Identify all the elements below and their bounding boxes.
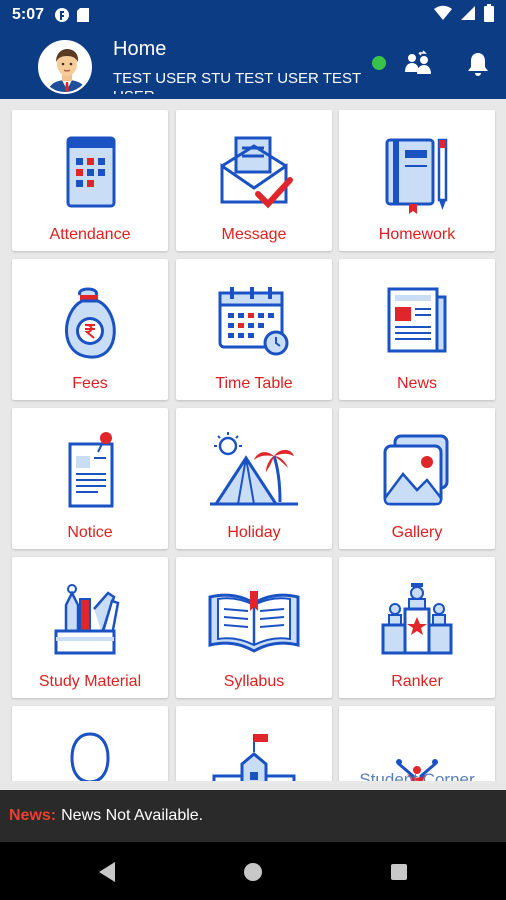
- syllabus-open-book-icon: [208, 591, 300, 653]
- wifi-icon: [434, 5, 452, 26]
- gallery-picture-icon: [383, 434, 449, 506]
- tile-gallery[interactable]: Gallery: [339, 408, 495, 549]
- tile-ranker[interactable]: Ranker: [339, 557, 495, 698]
- tile-message[interactable]: Message: [176, 110, 332, 251]
- notification-bell-icon[interactable]: [462, 48, 494, 80]
- app-header: Home TEST USER STU TEST USER TEST USER: [0, 30, 506, 99]
- tile-label: Message: [221, 226, 287, 243]
- sd-card-icon: [76, 7, 90, 23]
- tile-homework[interactable]: Homework: [339, 110, 495, 251]
- tile-label: Attendance: [49, 226, 131, 243]
- cellular-signal-icon: [460, 5, 476, 26]
- recents-icon[interactable]: [387, 860, 411, 884]
- school-building-icon: [212, 734, 296, 781]
- tile-label: Gallery: [391, 524, 443, 541]
- avatar[interactable]: [38, 40, 92, 94]
- navigation-bar: [0, 842, 506, 900]
- ranker-podium-icon: [381, 583, 453, 655]
- tile-label: Time Table: [215, 375, 293, 392]
- battery-icon: [484, 3, 494, 27]
- tile-label: Fees: [72, 375, 108, 392]
- newspaper-icon: [387, 287, 447, 353]
- online-status-dot: [372, 56, 386, 70]
- tile-syllabus[interactable]: Syllabus: [176, 557, 332, 698]
- tile-fees[interactable]: Fees: [12, 259, 168, 400]
- tile-label: Holiday: [227, 524, 281, 541]
- back-icon[interactable]: [95, 860, 119, 884]
- switch-user-icon[interactable]: [402, 48, 434, 80]
- tile-label: Homework: [378, 226, 456, 243]
- tile-label: Study Material: [38, 673, 142, 690]
- time-table-calendar-icon: [218, 287, 289, 356]
- status-time: 5:07: [12, 6, 45, 23]
- news-text: News Not Available.: [61, 807, 204, 824]
- fees-money-bag-icon: [65, 287, 116, 359]
- tile-label: News: [396, 375, 437, 392]
- home-icon[interactable]: [241, 860, 265, 884]
- tile-label: Notice: [67, 524, 113, 541]
- attendance-calendar-icon: [66, 136, 116, 208]
- notice-pinned-paper-icon: [68, 432, 114, 508]
- tile-school[interactable]: [176, 706, 332, 781]
- tile-label: Syllabus: [223, 673, 285, 690]
- holiday-beach-icon: [210, 432, 298, 506]
- user-name: TEST USER STU TEST USER TEST USER: [113, 70, 361, 94]
- tile-notice[interactable]: Notice: [12, 408, 168, 549]
- tile-study-material[interactable]: Study Material: [12, 557, 168, 698]
- study-material-tools-icon: [54, 584, 120, 655]
- app-notification-icon: [54, 7, 70, 23]
- message-envelope-icon: [220, 136, 293, 209]
- tile-profile[interactable]: [12, 706, 168, 781]
- status-bar: 5:07: [0, 0, 506, 30]
- tile-attendance[interactable]: Attendance: [12, 110, 168, 251]
- news-ticker[interactable]: News: News Not Available.: [0, 790, 506, 842]
- profile-person-icon: [70, 732, 110, 781]
- tile-label: Ranker: [391, 673, 443, 690]
- tile-label: Student Corner: [359, 770, 475, 781]
- page-title: Home: [113, 38, 167, 60]
- tile-news[interactable]: News: [339, 259, 495, 400]
- menu-grid: Attendance Message Homework Fees Time Ta…: [0, 99, 506, 781]
- news-label: News:: [9, 807, 57, 824]
- homework-book-icon: [385, 138, 448, 214]
- tile-student-corner[interactable]: Student Corner: [339, 706, 495, 781]
- tile-holiday[interactable]: Holiday: [176, 408, 332, 549]
- tile-time-table[interactable]: Time Table: [176, 259, 332, 400]
